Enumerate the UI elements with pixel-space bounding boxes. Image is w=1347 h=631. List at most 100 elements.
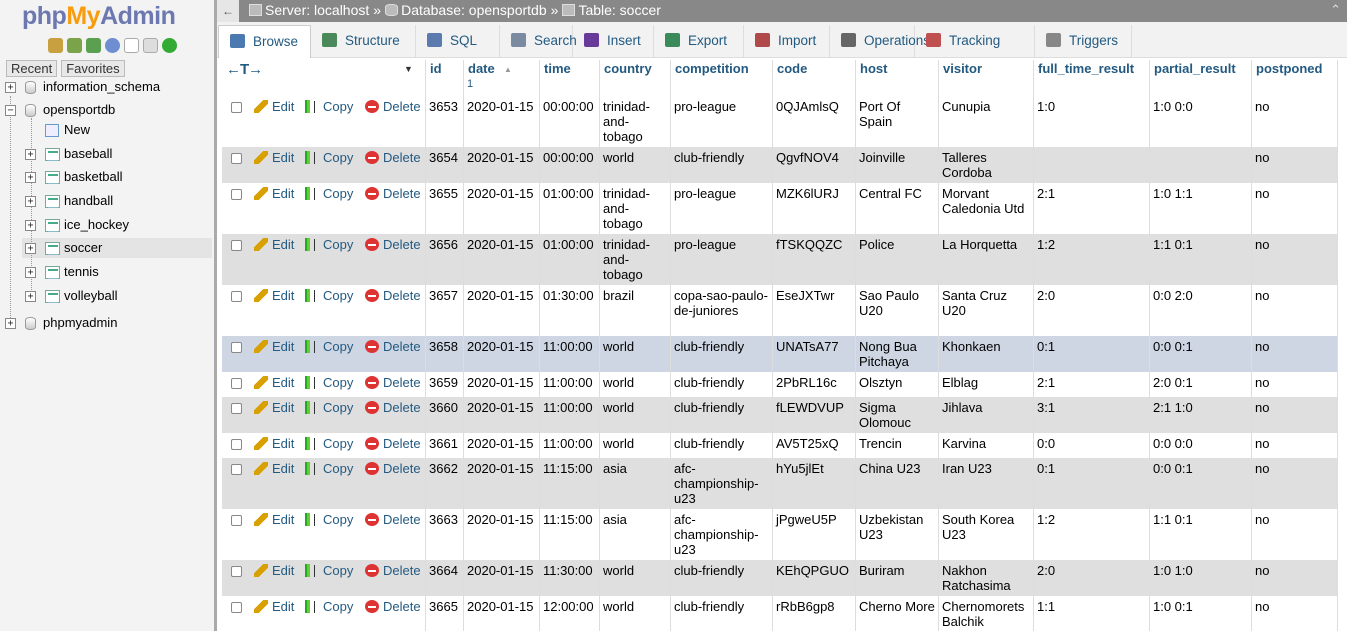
cell-visitor[interactable]: Khonkaen [939, 336, 1034, 372]
cell-competition[interactable]: club-friendly [671, 147, 773, 183]
cell-partial-result[interactable]: 0:0 0:1 [1150, 336, 1252, 372]
cell-date[interactable]: 2020-01-15 [464, 234, 540, 285]
favorites-tab[interactable]: Favorites [61, 60, 125, 77]
delete-button[interactable]: Delete [365, 563, 421, 578]
tree-item-ice-hockey[interactable]: ice_hockey [64, 215, 129, 235]
delete-button[interactable]: Delete [365, 436, 421, 451]
cell-partial-result[interactable]: 1:0 0:1 [1150, 596, 1252, 631]
reload-icon[interactable] [162, 38, 177, 53]
cell-postponed[interactable]: no [1252, 509, 1338, 560]
cell-date[interactable]: 2020-01-15 [464, 336, 540, 372]
cell-time[interactable]: 11:15:00 [540, 458, 600, 509]
delete-button[interactable]: Delete [365, 375, 421, 390]
cell-partial-result[interactable]: 0:0 0:0 [1150, 433, 1252, 458]
cell-full-time-result[interactable]: 2:1 [1034, 372, 1150, 397]
tree-item-New[interactable]: New [64, 120, 90, 140]
cell-id[interactable]: 3665 [426, 596, 464, 631]
expand-icon[interactable]: + [5, 318, 16, 329]
tab-triggers[interactable]: Triggers [1035, 25, 1132, 58]
tab-browse[interactable]: Browse [218, 25, 311, 58]
cell-time[interactable]: 00:00:00 [540, 96, 600, 147]
delete-button[interactable]: Delete [365, 512, 421, 527]
cell-id[interactable]: 3656 [426, 234, 464, 285]
cell-host[interactable]: Sigma Olomouc [856, 397, 939, 433]
tree-item-basketball[interactable]: basketball [64, 167, 123, 187]
copy-button[interactable]: Copy [305, 288, 353, 303]
cell-postponed[interactable]: no [1252, 596, 1338, 631]
expand-icon[interactable]: + [25, 267, 36, 278]
cell-full-time-result[interactable]: 0:1 [1034, 458, 1150, 509]
cell-host[interactable]: Olsztyn [856, 372, 939, 397]
cell-full-time-result[interactable]: 2:0 [1034, 560, 1150, 596]
cell-partial-result[interactable]: 1:0 1:1 [1150, 183, 1252, 234]
column-header-host[interactable]: host [856, 60, 939, 96]
cell-host[interactable]: Port Of Spain [856, 96, 939, 147]
cell-competition[interactable]: club-friendly [671, 433, 773, 458]
cell-time[interactable]: 00:00:00 [540, 147, 600, 183]
cell-id[interactable]: 3661 [426, 433, 464, 458]
cell-partial-result[interactable]: 1:1 0:1 [1150, 509, 1252, 560]
cell-country[interactable]: world [600, 372, 671, 397]
cell-country[interactable]: world [600, 560, 671, 596]
column-header-date[interactable]: date ▲ 1 [464, 60, 540, 96]
expand-icon[interactable]: + [25, 172, 36, 183]
cell-postponed[interactable]: no [1252, 458, 1338, 509]
cell-country[interactable]: world [600, 397, 671, 433]
cell-time[interactable]: 12:00:00 [540, 596, 600, 631]
tree-item-phpmyadmin[interactable]: phpmyadmin [43, 313, 117, 333]
cell-full-time-result[interactable]: 1:2 [1034, 234, 1150, 285]
cell-competition[interactable]: copa-sao-paulo-de-juniores [671, 285, 773, 336]
expand-icon[interactable]: + [5, 82, 16, 93]
cell-visitor[interactable]: Nakhon Ratchasima [939, 560, 1034, 596]
edit-button[interactable]: Edit [254, 400, 294, 415]
copy-button[interactable]: Copy [305, 375, 353, 390]
cell-competition[interactable]: pro-league [671, 234, 773, 285]
cell-full-time-result[interactable]: 0:0 [1034, 433, 1150, 458]
cell-postponed[interactable]: no [1252, 183, 1338, 234]
cell-partial-result[interactable]: 0:0 0:1 [1150, 458, 1252, 509]
edit-button[interactable]: Edit [254, 186, 294, 201]
help-icon[interactable] [105, 38, 120, 53]
cell-visitor[interactable]: Elblag [939, 372, 1034, 397]
cell-full-time-result[interactable]: 1:2 [1034, 509, 1150, 560]
cell-competition[interactable]: afc-championship-u23 [671, 509, 773, 560]
edit-button[interactable]: Edit [254, 375, 294, 390]
cell-visitor[interactable]: Cunupia [939, 96, 1034, 147]
logout-icon[interactable] [67, 38, 82, 53]
cell-date[interactable]: 2020-01-15 [464, 96, 540, 147]
tab-insert[interactable]: Insert [573, 25, 654, 58]
cell-date[interactable]: 2020-01-15 [464, 509, 540, 560]
breadcrumb-database[interactable]: Database: opensportdb [401, 2, 547, 18]
row-checkbox[interactable] [231, 439, 242, 450]
row-checkbox[interactable] [231, 515, 242, 526]
column-header-visitor[interactable]: visitor [939, 60, 1034, 96]
settings-icon[interactable] [143, 38, 158, 53]
cell-competition[interactable]: club-friendly [671, 336, 773, 372]
cell-country[interactable]: trinidad-and-tobago [600, 96, 671, 147]
cell-date[interactable]: 2020-01-15 [464, 458, 540, 509]
cell-time[interactable]: 11:00:00 [540, 397, 600, 433]
cell-partial-result[interactable]: 2:1 1:0 [1150, 397, 1252, 433]
row-checkbox[interactable] [231, 153, 242, 164]
cell-partial-result[interactable]: 1:0 0:0 [1150, 96, 1252, 147]
cell-code[interactable]: MZK6lURJ [773, 183, 856, 234]
cell-date[interactable]: 2020-01-15 [464, 397, 540, 433]
copy-button[interactable]: Copy [305, 563, 353, 578]
cell-postponed[interactable]: no [1252, 285, 1338, 336]
copy-button[interactable]: Copy [305, 99, 353, 114]
cell-date[interactable]: 2020-01-15 [464, 183, 540, 234]
row-checkbox[interactable] [231, 566, 242, 577]
tab-sql[interactable]: SQL [416, 25, 500, 58]
cell-full-time-result[interactable]: 0:1 [1034, 336, 1150, 372]
cell-visitor[interactable]: Iran U23 [939, 458, 1034, 509]
cell-partial-result[interactable] [1150, 147, 1252, 183]
cell-host[interactable]: Joinville [856, 147, 939, 183]
edit-button[interactable]: Edit [254, 99, 294, 114]
cell-id[interactable]: 3655 [426, 183, 464, 234]
cell-competition[interactable]: club-friendly [671, 372, 773, 397]
cell-date[interactable]: 2020-01-15 [464, 147, 540, 183]
cell-time[interactable]: 11:00:00 [540, 336, 600, 372]
copy-button[interactable]: Copy [305, 512, 353, 527]
copy-button[interactable]: Copy [305, 150, 353, 165]
cell-country[interactable]: world [600, 596, 671, 631]
